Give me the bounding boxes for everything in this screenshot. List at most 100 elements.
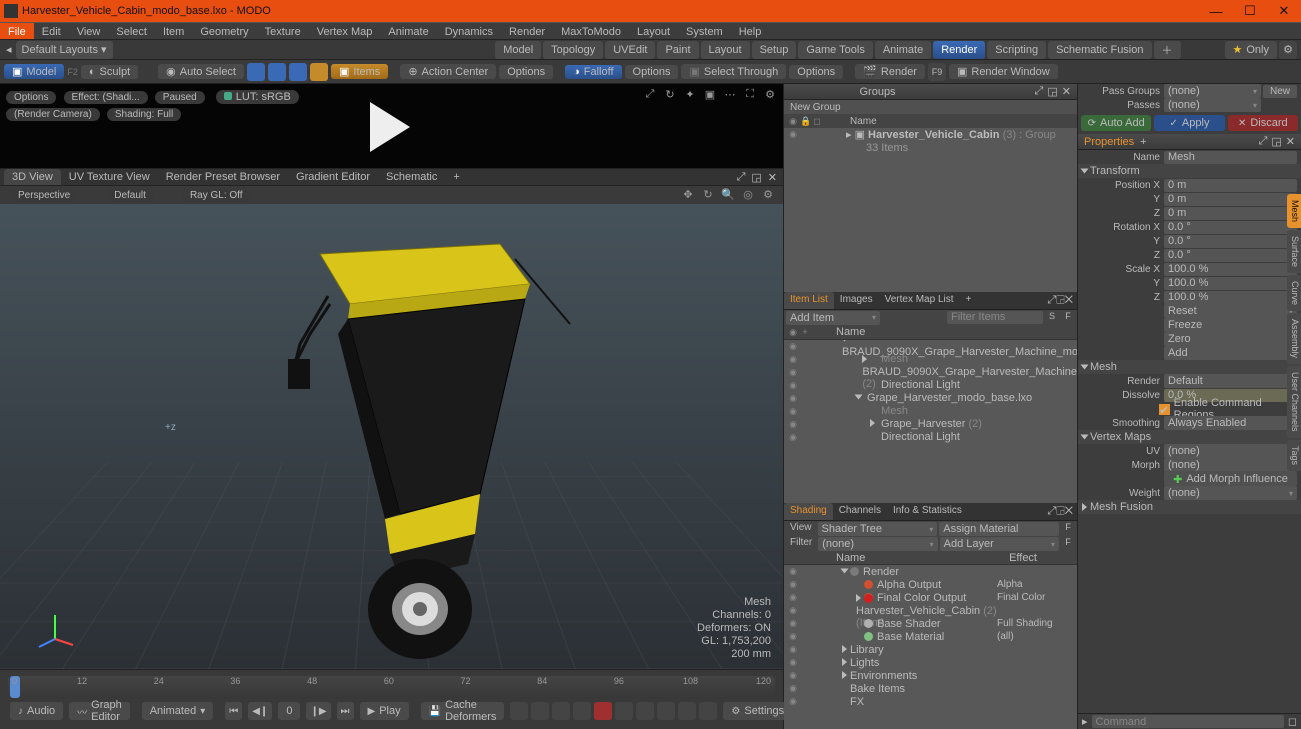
zero-dd[interactable]: Zero▾: [1164, 332, 1297, 346]
groups-expand-icon[interactable]: ⤢: [1035, 85, 1044, 98]
ws-layout[interactable]: Layout: [701, 41, 750, 59]
timeline-ruler[interactable]: 0 12 24 36 48 60 72 84 96 108 120: [8, 676, 775, 698]
rotz-field[interactable]: 0.0 °: [1164, 249, 1297, 262]
tab-add[interactable]: +: [445, 169, 467, 185]
rp-icon-6[interactable]: ⛶: [743, 88, 757, 102]
gear-icon[interactable]: ⚙: [1279, 41, 1297, 59]
list-item[interactable]: ◉Library: [784, 643, 1077, 656]
posz-field[interactable]: 0 m: [1164, 207, 1297, 220]
mode-options1[interactable]: Options: [499, 65, 553, 79]
ws-animate[interactable]: Animate: [875, 41, 931, 59]
mode-selthrough[interactable]: ▣ Select Through: [681, 64, 786, 79]
sclz-field[interactable]: 100.0 %: [1164, 291, 1297, 304]
tab-channels[interactable]: Channels: [833, 503, 887, 520]
rp-icon-5[interactable]: ⋯: [723, 88, 737, 102]
item-list[interactable]: ◉ BRAUD_9090X_Grape_Harvester_Machine_mo…: [784, 340, 1077, 504]
menu-geometry[interactable]: Geometry: [192, 23, 256, 39]
groups-newgroup[interactable]: New Group: [784, 100, 1077, 114]
scly-field[interactable]: 100.0 %: [1164, 277, 1297, 290]
list-item[interactable]: ◉ Directional Light: [784, 431, 1077, 444]
tab-3dview[interactable]: 3D View: [4, 169, 61, 185]
rp-options[interactable]: Options: [6, 91, 56, 104]
minimize-button[interactable]: —: [1199, 0, 1233, 22]
ws-setup[interactable]: Setup: [752, 41, 797, 59]
sidetab-tags[interactable]: Tags: [1287, 440, 1301, 471]
passgroups-new[interactable]: New: [1263, 85, 1297, 98]
vp-icon-move[interactable]: ✥: [681, 188, 695, 202]
tab-add2[interactable]: +: [960, 292, 978, 309]
assignmat-dd[interactable]: Assign Material: [939, 522, 1059, 536]
command-input[interactable]: Command: [1092, 715, 1284, 728]
rp-icon-3[interactable]: ✦: [683, 88, 697, 102]
pr-undock-icon[interactable]: ◲: [1271, 135, 1281, 148]
mode-model[interactable]: ▣ Model: [4, 64, 64, 79]
tab-info[interactable]: Info & Statistics: [887, 503, 968, 520]
tab-schem[interactable]: Schematic: [378, 169, 445, 185]
smoothing-dd[interactable]: Always Enabled▾: [1164, 416, 1297, 430]
list-item[interactable]: ◉Environments: [784, 669, 1077, 682]
tab-rpb[interactable]: Render Preset Browser: [158, 169, 288, 185]
vt-undock-icon[interactable]: ◲: [751, 171, 761, 184]
posy-field[interactable]: 0 m: [1164, 193, 1297, 206]
list-item[interactable]: ◉ Mesh: [784, 405, 1077, 418]
ws-scripting[interactable]: Scripting: [987, 41, 1046, 59]
rp-icon-4[interactable]: ▣: [703, 88, 717, 102]
addmorph-button[interactable]: ✚ Add Morph Influence: [1164, 471, 1297, 487]
mode-actioncenter[interactable]: ⊕ Action Center: [400, 64, 496, 79]
menu-item[interactable]: Item: [155, 23, 192, 39]
morph-dd[interactable]: (none)▾: [1164, 458, 1297, 472]
ws-gametools[interactable]: Game Tools: [798, 41, 873, 59]
groups-close-icon[interactable]: ✕: [1062, 85, 1071, 98]
layouts-arrow-icon[interactable]: ◂: [6, 43, 12, 56]
menu-layout[interactable]: Layout: [629, 23, 678, 39]
pr-expand-icon[interactable]: ⤢: [1259, 135, 1268, 148]
vt-close-icon[interactable]: ✕: [768, 171, 777, 184]
rp-icon-7[interactable]: ⚙: [763, 88, 777, 102]
cmd-clear-icon[interactable]: ◻: [1288, 715, 1297, 728]
mode-options3[interactable]: Options: [789, 65, 843, 79]
render-dd[interactable]: Default▾: [1164, 374, 1297, 388]
menu-vertexmap[interactable]: Vertex Map: [309, 23, 381, 39]
sidetab-assembly[interactable]: Assembly: [1287, 313, 1301, 364]
tab-vml[interactable]: Vertex Map List: [879, 292, 960, 309]
rp-camera[interactable]: (Render Camera): [6, 108, 100, 121]
rp-shading[interactable]: Shading: Full: [107, 108, 181, 121]
grp-vis-icon[interactable]: ◉: [788, 116, 798, 127]
layouts-dropdown[interactable]: Default Layouts ▾: [16, 41, 113, 59]
freeze-dd[interactable]: Freeze▾: [1164, 318, 1297, 332]
ws-model[interactable]: Model: [495, 41, 541, 59]
list-item[interactable]: ◉ Grape_Harvester_modo_base.lxo: [784, 392, 1077, 405]
menu-help[interactable]: Help: [731, 23, 770, 39]
menu-texture[interactable]: Texture: [257, 23, 309, 39]
sh-close-icon[interactable]: ✕: [1065, 505, 1073, 517]
menu-dynamics[interactable]: Dynamics: [437, 23, 501, 39]
list-item[interactable]: ◉Harvester_Vehicle_Cabin (2) (Item): [784, 604, 1077, 617]
vp-icon-rotate[interactable]: ↻: [701, 188, 715, 202]
sh-f2-icon[interactable]: F: [1061, 537, 1075, 550]
sel-mat-icon[interactable]: [310, 63, 328, 81]
shadertree-dd[interactable]: Shader Tree▾: [818, 522, 938, 536]
sel-vert-icon[interactable]: [247, 63, 265, 81]
list-item[interactable]: ◉Lights: [784, 656, 1077, 669]
ws-add[interactable]: ＋: [1154, 41, 1181, 59]
tab-uvtex[interactable]: UV Texture View: [61, 169, 158, 185]
viewport-3d[interactable]: +z: [0, 204, 783, 669]
mode-render-f-icon[interactable]: F9: [928, 63, 946, 81]
rp-icon-1[interactable]: ⤢: [643, 88, 657, 102]
sh-expand-icon[interactable]: ⤢: [1047, 505, 1056, 517]
mode-options2[interactable]: Options: [625, 65, 679, 79]
vp-perspective[interactable]: Perspective: [10, 189, 78, 202]
mode-sculpt[interactable]: ◐ Sculpt: [81, 65, 138, 79]
shfilter-dd[interactable]: (none)▾: [818, 537, 937, 551]
grp-lock-icon[interactable]: 🔒: [800, 116, 810, 127]
list-item[interactable]: ◉ BRAUD_9090X_Grape_Harvester_Machine (2…: [784, 366, 1077, 379]
tab-grad[interactable]: Gradient Editor: [288, 169, 378, 185]
sel-edge-icon[interactable]: [268, 63, 286, 81]
roty-field[interactable]: 0.0 °: [1164, 235, 1297, 248]
sidetab-curve[interactable]: Curve: [1287, 275, 1301, 311]
list-item[interactable]: ◉ BRAUD_9090X_Grape_Harvester_Machine_mo…: [784, 340, 1077, 353]
mode-renderwindow[interactable]: ▣ Render Window: [949, 64, 1058, 79]
maximize-button[interactable]: ☐: [1233, 0, 1267, 22]
sidetab-userchan[interactable]: User Channels: [1287, 366, 1301, 438]
menu-animate[interactable]: Animate: [380, 23, 436, 39]
